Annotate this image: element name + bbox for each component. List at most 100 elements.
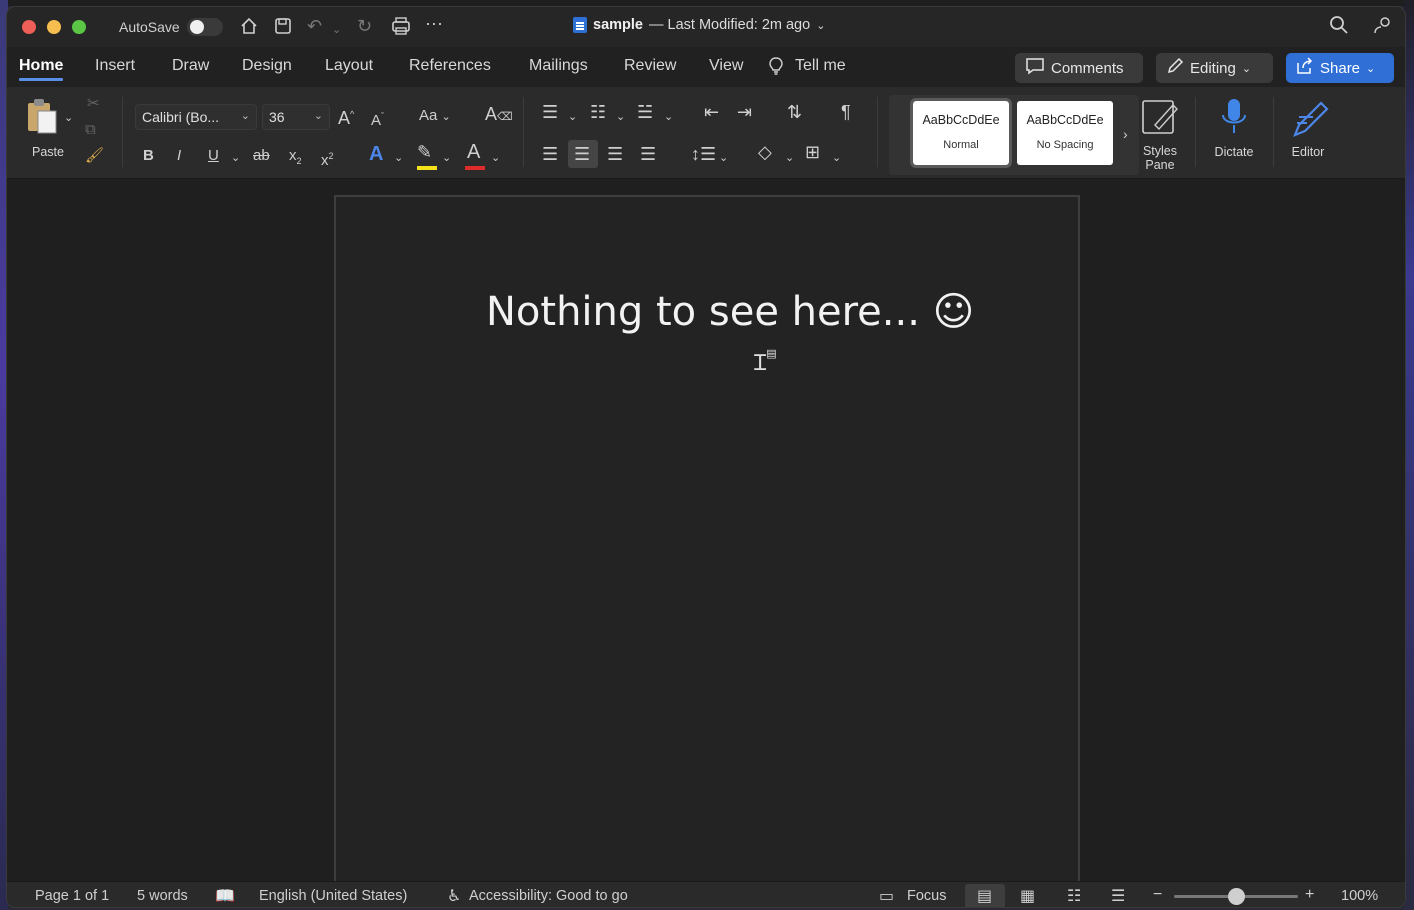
italic-button[interactable]: I bbox=[177, 147, 181, 165]
bullets-icon[interactable]: ☰ bbox=[542, 103, 558, 121]
tab-references[interactable]: References bbox=[409, 57, 491, 75]
print-icon[interactable] bbox=[390, 16, 412, 40]
accessibility-status[interactable]: Accessibility: Good to go bbox=[469, 888, 628, 904]
focus-icon[interactable]: ▭ bbox=[879, 886, 894, 906]
save-icon[interactable] bbox=[273, 16, 293, 40]
paste-icon[interactable] bbox=[25, 97, 61, 140]
grow-font-icon[interactable]: A^ bbox=[338, 105, 354, 127]
borders-dropdown-icon[interactable]: ⌄ bbox=[832, 149, 841, 167]
microphone-icon[interactable] bbox=[1219, 97, 1249, 144]
web-layout-icon[interactable]: ▦ bbox=[1020, 886, 1035, 906]
page-count[interactable]: Page 1 of 1 bbox=[35, 888, 109, 904]
strikethrough-button[interactable]: ab bbox=[253, 147, 270, 165]
font-color-icon[interactable]: A bbox=[467, 142, 480, 162]
zoom-level[interactable]: 100% bbox=[1341, 888, 1378, 904]
font-color-bar bbox=[465, 166, 485, 170]
proofing-icon[interactable]: 📖 bbox=[215, 886, 235, 906]
paste-dropdown-icon[interactable]: ⌄ bbox=[64, 109, 73, 127]
comments-button[interactable]: Comments bbox=[1015, 53, 1143, 83]
line-spacing-dropdown-icon[interactable]: ⌄ bbox=[719, 149, 728, 167]
word-window: AutoSave ↶ ⌄ ↻ ··· sample — Last Modifie… bbox=[6, 6, 1406, 908]
zoom-out-icon[interactable]: − bbox=[1153, 886, 1162, 904]
multilevel-dropdown-icon[interactable]: ⌄ bbox=[664, 108, 673, 126]
chevron-right-icon[interactable]: › bbox=[1123, 125, 1128, 143]
search-icon[interactable] bbox=[1329, 15, 1349, 40]
home-icon[interactable] bbox=[239, 16, 259, 40]
close-window-button[interactable] bbox=[22, 20, 36, 34]
copy-icon[interactable]: ⧉ bbox=[85, 121, 96, 139]
word-count[interactable]: 5 words bbox=[137, 888, 188, 904]
redo-icon[interactable]: ↻ bbox=[357, 16, 372, 36]
share-button[interactable]: Share ⌄ bbox=[1286, 53, 1394, 83]
document-body-text[interactable]: Nothing to see here... ☺ bbox=[486, 289, 974, 335]
text-effects-icon[interactable]: A bbox=[369, 144, 383, 164]
undo-dropdown-icon[interactable]: ⌄ bbox=[332, 20, 341, 40]
tab-insert[interactable]: Insert bbox=[95, 57, 135, 75]
sort-icon[interactable]: ⇅ bbox=[787, 103, 802, 121]
document-page[interactable]: Nothing to see here... ☺ Ɪ▤ bbox=[334, 195, 1080, 895]
align-center-icon[interactable]: ☰ bbox=[574, 145, 590, 163]
shrink-font-icon[interactable]: Aˇ bbox=[371, 107, 384, 130]
ribbon-tabs: Home Insert Draw Design Layout Reference… bbox=[7, 51, 1405, 87]
editing-mode-button[interactable]: Editing ⌄ bbox=[1156, 53, 1273, 83]
editor-icon[interactable] bbox=[1291, 97, 1331, 144]
line-spacing-icon[interactable]: ↕☰ bbox=[691, 145, 716, 163]
style-normal[interactable]: AaBbCcDdEe Normal bbox=[910, 98, 1012, 168]
tab-review[interactable]: Review bbox=[624, 57, 676, 75]
underline-dropdown-icon[interactable]: ⌄ bbox=[231, 149, 240, 167]
highlight-dropdown-icon[interactable]: ⌄ bbox=[442, 149, 451, 167]
change-case-button[interactable]: Aa ⌄ bbox=[419, 107, 451, 126]
cut-icon[interactable]: ✂ bbox=[87, 95, 100, 113]
numbering-icon[interactable]: ☷ bbox=[590, 103, 606, 121]
numbering-dropdown-icon[interactable]: ⌄ bbox=[616, 108, 625, 126]
format-painter-icon[interactable]: 🖌 bbox=[85, 147, 104, 165]
focus-button[interactable]: Focus bbox=[907, 888, 947, 904]
document-title[interactable]: sample — Last Modified: 2m ago ⌄ bbox=[573, 17, 825, 33]
font-size-select[interactable]: 36 ⌄ bbox=[262, 104, 330, 130]
multilevel-list-icon[interactable]: ☱ bbox=[637, 103, 653, 121]
text-effects-dropdown-icon[interactable]: ⌄ bbox=[394, 149, 403, 167]
tab-view[interactable]: View bbox=[709, 57, 743, 75]
tell-me-search[interactable]: Tell me bbox=[795, 57, 846, 75]
print-layout-icon[interactable]: ▤ bbox=[977, 886, 992, 906]
increase-indent-icon[interactable]: ⇥ bbox=[737, 103, 752, 121]
language-status[interactable]: English (United States) bbox=[259, 888, 407, 904]
shading-dropdown-icon[interactable]: ⌄ bbox=[785, 149, 794, 167]
font-name-select[interactable]: Calibri (Bo... ⌄ bbox=[135, 104, 257, 130]
chevron-down-icon: ⌄ bbox=[240, 110, 250, 122]
minimize-window-button[interactable] bbox=[47, 20, 61, 34]
clear-formatting-icon[interactable]: A⌫ bbox=[485, 105, 513, 126]
share-people-icon[interactable] bbox=[1371, 15, 1393, 40]
styles-pane-icon[interactable] bbox=[1141, 97, 1181, 142]
superscript-button[interactable]: x2 bbox=[321, 147, 334, 170]
align-left-icon[interactable]: ☰ bbox=[542, 145, 558, 163]
font-color-dropdown-icon[interactable]: ⌄ bbox=[491, 149, 500, 167]
more-icon[interactable]: ··· bbox=[425, 13, 443, 33]
highlight-icon[interactable]: ✎ bbox=[417, 143, 432, 161]
borders-icon[interactable]: ⊞ bbox=[805, 143, 820, 161]
tab-home[interactable]: Home bbox=[19, 57, 64, 81]
autosave-toggle[interactable] bbox=[187, 18, 223, 36]
tab-mailings[interactable]: Mailings bbox=[529, 57, 588, 75]
undo-icon[interactable]: ↶ bbox=[307, 16, 322, 36]
zoom-window-button[interactable] bbox=[72, 20, 86, 34]
shading-icon[interactable]: ◇ bbox=[758, 143, 772, 161]
show-paragraph-marks-icon[interactable]: ¶ bbox=[841, 103, 851, 121]
bullets-dropdown-icon[interactable]: ⌄ bbox=[568, 108, 577, 126]
underline-button[interactable]: U bbox=[208, 147, 219, 165]
document-canvas[interactable]: Nothing to see here... ☺ Ɪ▤ bbox=[7, 179, 1405, 895]
bold-button[interactable]: B bbox=[143, 147, 154, 165]
decrease-indent-icon[interactable]: ⇤ bbox=[704, 103, 719, 121]
zoom-slider-thumb[interactable] bbox=[1227, 888, 1245, 905]
justify-icon[interactable]: ☰ bbox=[640, 145, 656, 163]
tab-draw[interactable]: Draw bbox=[172, 57, 209, 75]
zoom-in-icon[interactable]: + bbox=[1305, 886, 1314, 904]
tab-layout[interactable]: Layout bbox=[325, 57, 373, 75]
accessibility-icon[interactable]: ♿ bbox=[447, 886, 461, 906]
tab-design[interactable]: Design bbox=[242, 57, 292, 75]
align-right-icon[interactable]: ☰ bbox=[607, 145, 623, 163]
outline-view-icon[interactable]: ☷ bbox=[1067, 886, 1081, 906]
style-no-spacing[interactable]: AaBbCcDdEe No Spacing bbox=[1017, 101, 1113, 165]
subscript-button[interactable]: x2 bbox=[289, 147, 302, 170]
draft-view-icon[interactable]: ☰ bbox=[1111, 886, 1125, 906]
